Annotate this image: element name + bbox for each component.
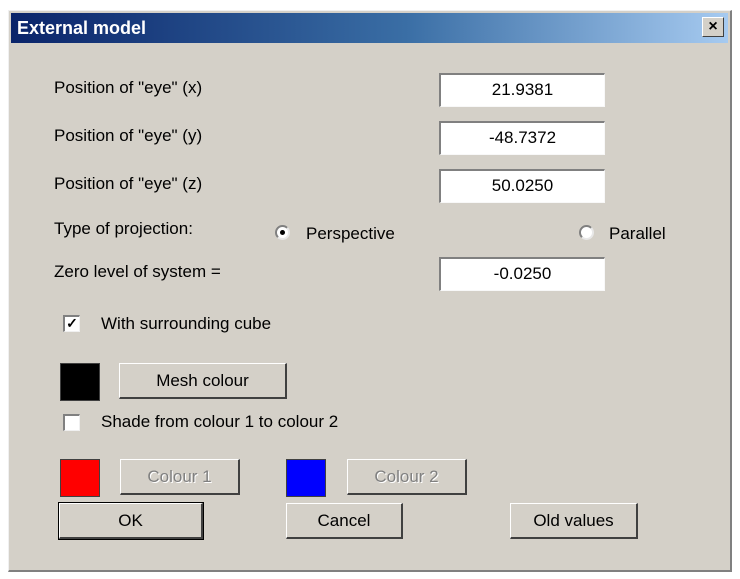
eye-x-field[interactable]: 21.9381: [439, 73, 605, 107]
eye-z-label: Position of "eye" (z): [54, 174, 203, 193]
mesh-colour-swatch: [60, 363, 100, 401]
zero-level-label: Zero level of system =: [54, 262, 221, 281]
dialog-title: External model: [17, 18, 147, 38]
surrounding-cube-checkbox[interactable]: ✓: [63, 315, 80, 332]
radio-selected-dot: [280, 230, 285, 235]
shade-checkbox[interactable]: [63, 414, 80, 431]
perspective-radio[interactable]: [275, 225, 290, 240]
external-model-dialog: External model × Position of "eye" (x) 2…: [8, 10, 732, 572]
colour2-swatch: [286, 459, 326, 497]
title-bar[interactable]: External model ×: [11, 13, 728, 43]
eye-x-label: Position of "eye" (x): [54, 78, 203, 97]
ok-button[interactable]: OK: [58, 502, 204, 540]
surrounding-cube-label[interactable]: With surrounding cube: [101, 314, 271, 334]
old-values-button[interactable]: Old values: [510, 503, 638, 539]
eye-y-label: Position of "eye" (y): [54, 126, 203, 145]
eye-y-field[interactable]: -48.7372: [439, 121, 605, 155]
parallel-radio[interactable]: [579, 225, 594, 240]
cancel-button[interactable]: Cancel: [286, 503, 403, 539]
parallel-label[interactable]: Parallel: [609, 224, 666, 244]
eye-z-field[interactable]: 50.0250: [439, 169, 605, 203]
mesh-colour-button[interactable]: Mesh colour: [119, 363, 287, 399]
perspective-label[interactable]: Perspective: [306, 224, 395, 244]
projection-label: Type of projection:: [54, 219, 193, 238]
shade-label[interactable]: Shade from colour 1 to colour 2: [101, 412, 338, 432]
colour2-button[interactable]: Colour 2: [347, 459, 467, 495]
colour1-button[interactable]: Colour 1: [120, 459, 240, 495]
colour1-swatch: [60, 459, 100, 497]
close-button[interactable]: ×: [702, 17, 724, 37]
zero-level-field[interactable]: -0.0250: [439, 257, 605, 291]
